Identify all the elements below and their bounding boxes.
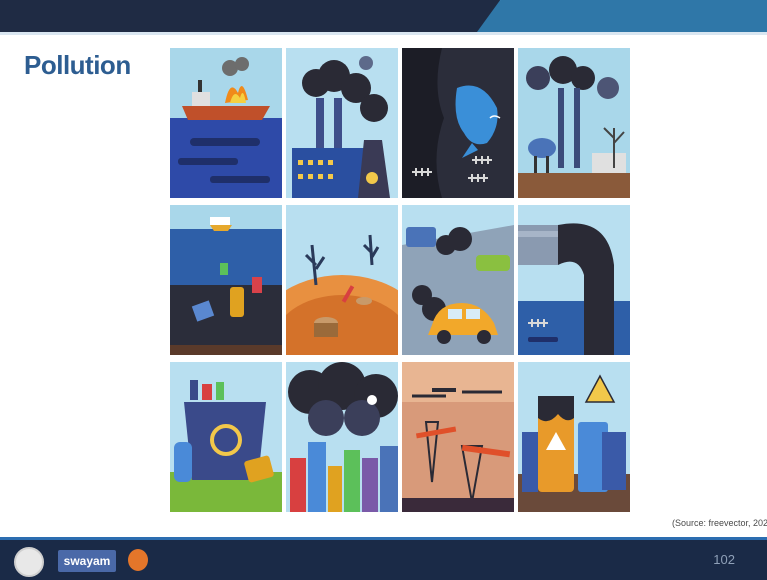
top-bar-accent-line <box>0 32 767 35</box>
tile-oil-spill-ship <box>170 48 282 198</box>
trash-bin-image <box>170 362 282 512</box>
image-source-credit: (Source: freevector, 202 <box>672 518 767 528</box>
pollution-image-grid <box>170 48 630 512</box>
dolphin-polluted-water-image <box>402 48 514 198</box>
deforestation-image <box>286 205 398 355</box>
tile-oil-pumps <box>402 362 514 512</box>
oil-spill-ship-image <box>170 48 282 198</box>
tile-deforestation <box>286 205 398 355</box>
toxic-cloud-city-image <box>286 362 398 512</box>
car-exhaust-image <box>402 205 514 355</box>
tile-factory-smoke <box>286 48 398 198</box>
nptel-logo-icon <box>128 549 148 571</box>
toxic-barrels-image <box>518 362 630 512</box>
institute-logo-icon <box>14 547 44 577</box>
chemical-plant-image <box>518 48 630 198</box>
sewage-pipe-image <box>518 205 630 355</box>
ocean-trash-image <box>170 205 282 355</box>
page-number: 102 <box>713 552 735 567</box>
tile-car-exhaust <box>402 205 514 355</box>
footer-bar: swayam 102 <box>0 540 767 580</box>
tile-dolphin-polluted-water <box>402 48 514 198</box>
tile-trash-bin <box>170 362 282 512</box>
oil-pumps-image <box>402 362 514 512</box>
top-bar-blue-band <box>477 0 767 32</box>
tile-toxic-cloud-city <box>286 362 398 512</box>
tile-toxic-barrels <box>518 362 630 512</box>
swayam-logo: swayam <box>58 550 116 572</box>
tile-ocean-trash <box>170 205 282 355</box>
factory-smoke-image <box>286 48 398 198</box>
tile-sewage-pipe <box>518 205 630 355</box>
top-bar <box>0 0 767 32</box>
tile-chemical-plant <box>518 48 630 198</box>
top-bar-dark-band <box>0 0 500 32</box>
slide-title: Pollution <box>24 50 131 80</box>
